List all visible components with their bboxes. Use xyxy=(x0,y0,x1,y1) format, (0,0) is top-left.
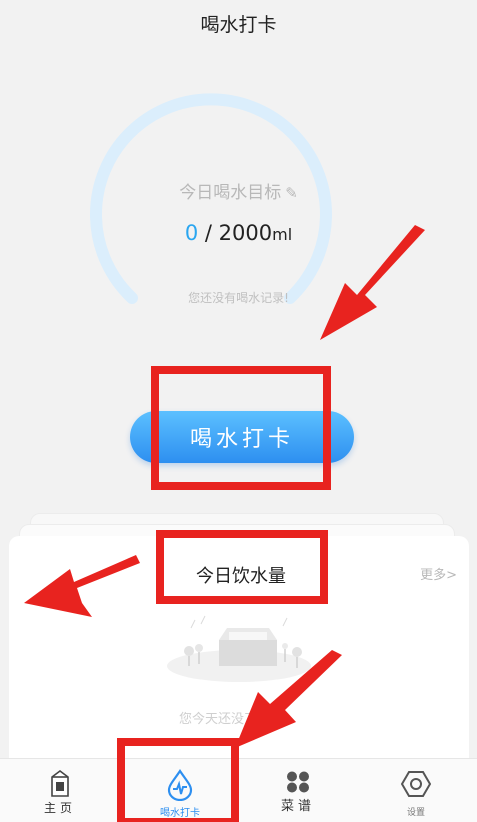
grid-dots-icon xyxy=(287,771,309,793)
arrow-to-water-tab xyxy=(235,650,342,748)
tab-settings[interactable]: 设置 xyxy=(376,759,456,822)
highlight-water-tab xyxy=(117,738,239,822)
tab-settings-label: 设置 xyxy=(406,808,425,818)
tab-recipes[interactable]: 菜谱 xyxy=(258,759,338,822)
tab-home[interactable]: 主页 xyxy=(20,759,100,822)
daily-goal-text: 今日喝水目标 xyxy=(179,183,282,203)
hexagon-gear-icon xyxy=(401,771,431,797)
intake-unit: ml xyxy=(272,225,293,244)
highlight-checkin-button xyxy=(151,366,331,490)
tab-home-label: 主页 xyxy=(43,801,76,815)
arrow-to-checkin-button xyxy=(320,225,425,340)
value-separator: / xyxy=(198,221,219,245)
daily-goal-label[interactable]: 今日喝水目标 ✎ xyxy=(0,178,477,203)
tab-recipes-label: 菜谱 xyxy=(280,799,315,814)
current-intake: 0 xyxy=(184,221,199,245)
milk-carton-icon xyxy=(51,770,69,797)
page-title: 喝水打卡 xyxy=(200,14,277,36)
arrow-to-today-title xyxy=(24,555,140,617)
highlight-today-title xyxy=(156,530,328,604)
edit-icon[interactable]: ✎ xyxy=(285,184,298,202)
target-intake: 2000 xyxy=(218,221,273,245)
more-link[interactable]: 更多> xyxy=(420,564,457,583)
